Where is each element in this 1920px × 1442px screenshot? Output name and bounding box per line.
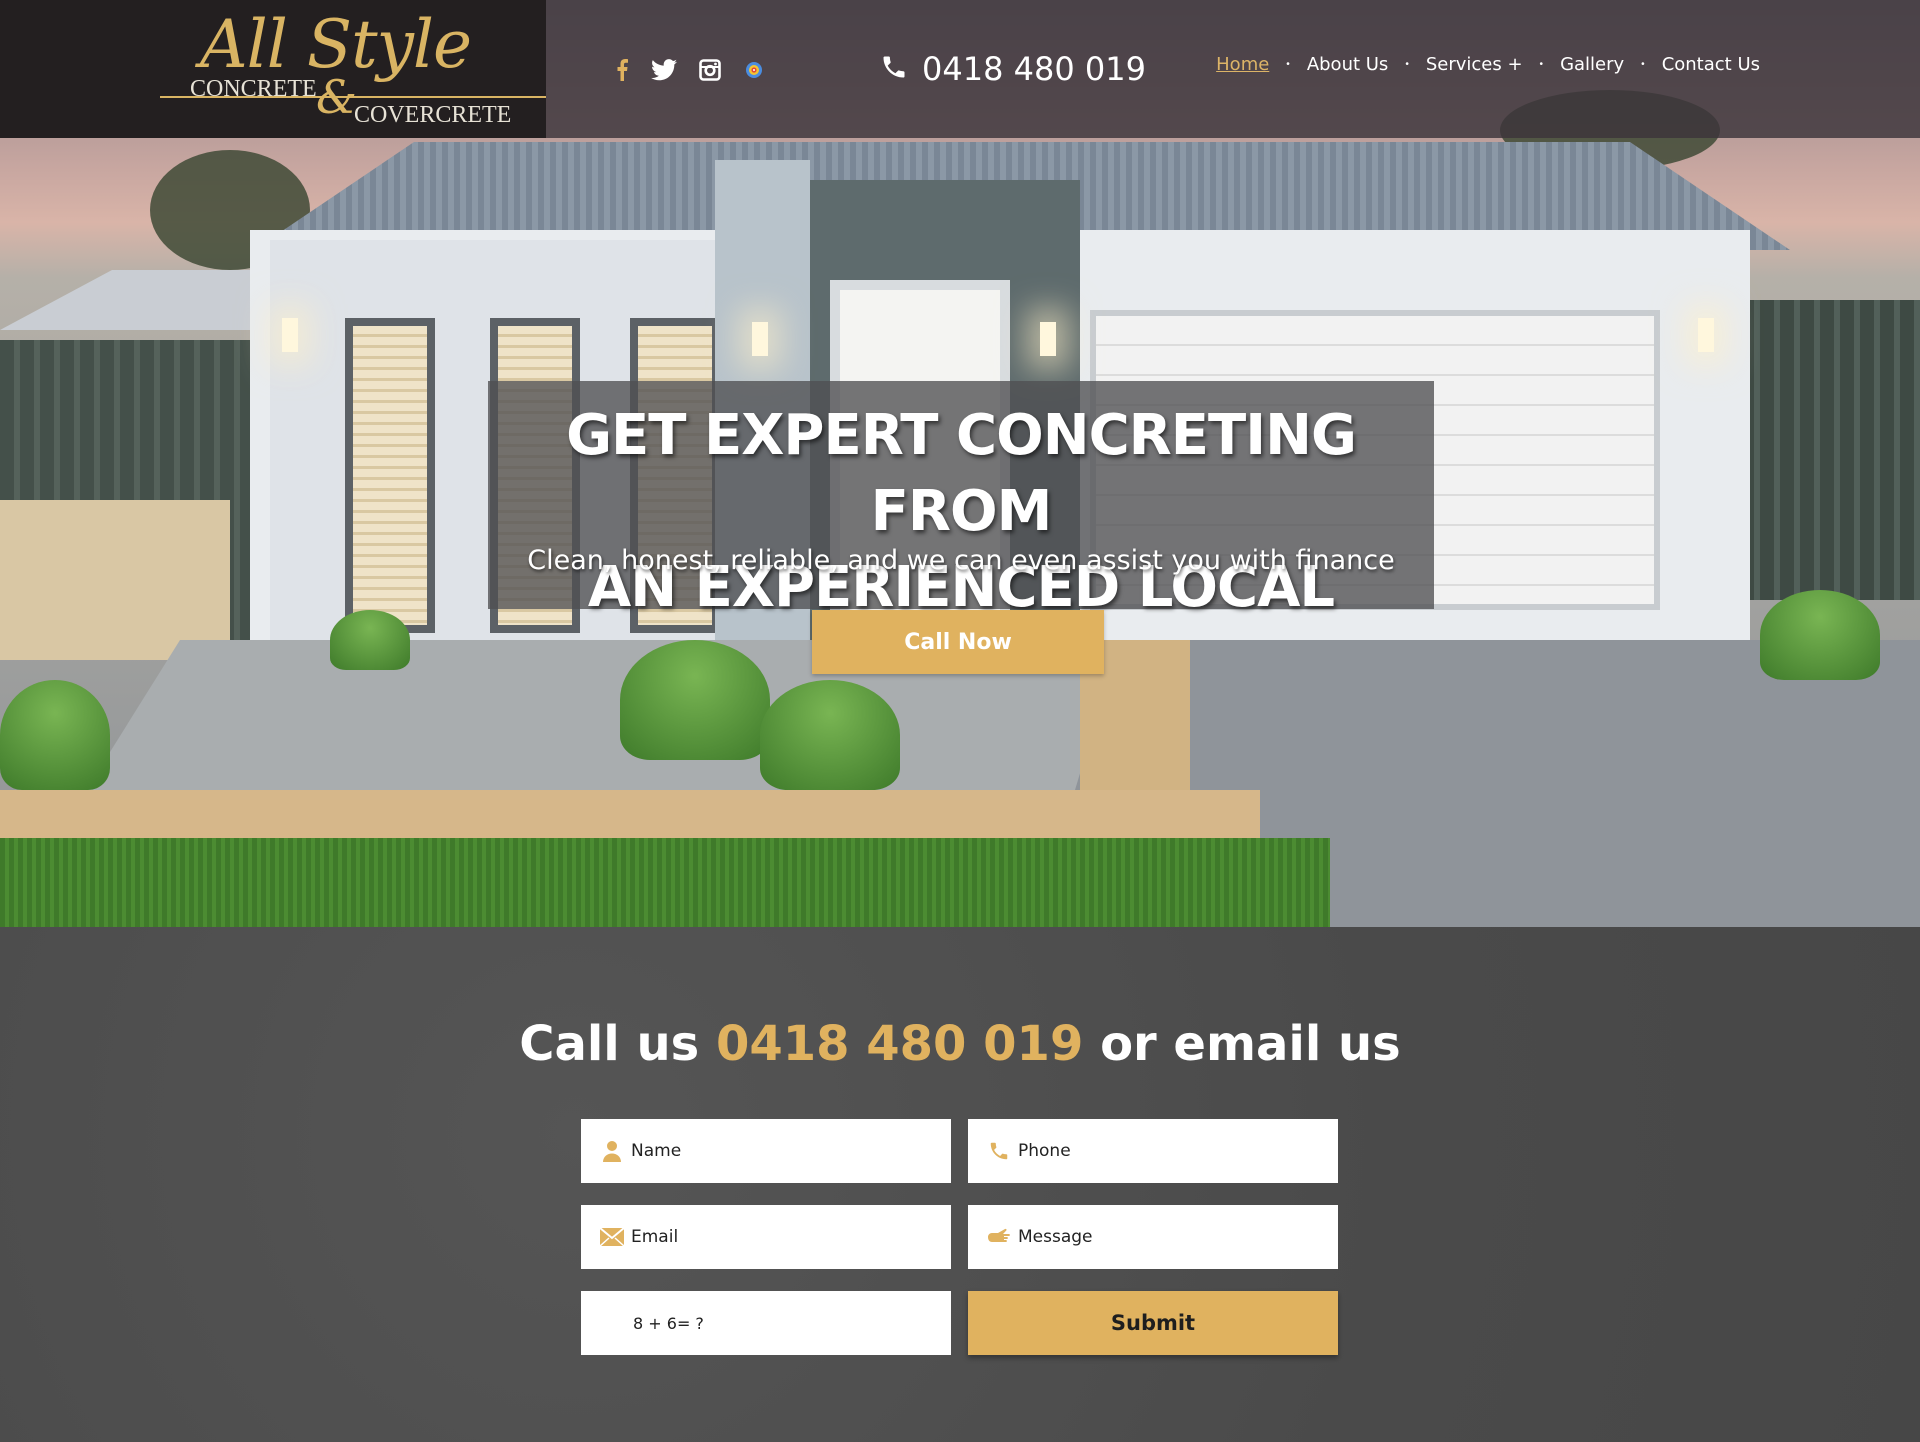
email-field[interactable] xyxy=(581,1205,951,1269)
contact-heading: Call us 0418 480 019 or email us xyxy=(0,1016,1920,1072)
plant xyxy=(0,680,110,790)
email-input[interactable] xyxy=(631,1217,931,1257)
hero-title-line-1: GET EXPERT CONCRETING FROM xyxy=(566,403,1357,544)
contact-section xyxy=(0,927,1920,1442)
logo-text-covercrete: COVERCRETE xyxy=(354,102,512,128)
instagram-icon[interactable] xyxy=(698,56,722,84)
call-now-button[interactable]: Call Now xyxy=(812,610,1104,674)
phone-field[interactable] xyxy=(968,1119,1338,1183)
wall-light xyxy=(1698,318,1714,352)
wall-light xyxy=(752,322,768,356)
captcha-input[interactable] xyxy=(709,1303,890,1343)
nav-item-contact-us[interactable]: Contact Us xyxy=(1662,54,1760,75)
google-plus-icon[interactable] xyxy=(742,56,766,84)
plant xyxy=(760,680,900,790)
phone-input[interactable] xyxy=(1018,1131,1318,1171)
phone-icon xyxy=(986,1138,1012,1164)
header-phone-number: 0418 480 019 xyxy=(922,50,1146,88)
window xyxy=(345,318,435,633)
nav-item-home[interactable]: Home xyxy=(1216,54,1269,75)
nav-separator: • xyxy=(1405,59,1409,70)
garden-wall xyxy=(0,790,1260,840)
captcha-question: 8 + 6= ? xyxy=(633,1313,704,1333)
logo-rule xyxy=(160,96,546,98)
limestone-wall xyxy=(0,500,230,660)
contact-heading-suffix: or email us xyxy=(1100,1016,1401,1072)
submit-button[interactable]: Submit xyxy=(968,1291,1338,1355)
message-input[interactable] xyxy=(1018,1217,1318,1257)
contact-heading-phone[interactable]: 0418 480 019 xyxy=(716,1016,1083,1072)
nav-separator: • xyxy=(1286,59,1290,70)
main-nav: Home • About Us • Services + • Gallery •… xyxy=(1216,54,1760,75)
wall-light xyxy=(1040,322,1056,356)
header-phone[interactable]: 0418 480 019 xyxy=(880,46,1146,92)
nav-separator: • xyxy=(1641,59,1645,70)
neighbour-roof xyxy=(0,270,280,330)
envelope-icon xyxy=(599,1224,625,1250)
logo[interactable]: All Style CONCRETE & COVERCRETE xyxy=(0,0,546,138)
name-input[interactable] xyxy=(631,1131,931,1171)
nav-item-services[interactable]: Services + xyxy=(1426,54,1523,75)
nav-separator: • xyxy=(1539,59,1544,70)
fence-right xyxy=(1720,300,1920,600)
nav-item-about-us[interactable]: About Us xyxy=(1307,54,1389,75)
twitter-icon[interactable] xyxy=(650,56,678,84)
plant xyxy=(1760,590,1880,680)
wall-light xyxy=(282,318,298,352)
site-header: All Style CONCRETE & COVERCRETE 0418 480… xyxy=(0,0,1920,138)
name-field[interactable] xyxy=(581,1119,951,1183)
hero-subtitle: Clean, honest, reliable, and we can even… xyxy=(527,545,1395,576)
pointing-hand-icon xyxy=(986,1224,1012,1250)
plant xyxy=(620,640,770,760)
logo-text-concrete: CONCRETE xyxy=(190,76,317,102)
nav-item-gallery[interactable]: Gallery xyxy=(1560,54,1624,75)
phone-icon xyxy=(880,53,908,86)
hero-title: GET EXPERT CONCRETING FROM AN EXPERIENCE… xyxy=(488,398,1434,626)
user-icon xyxy=(599,1138,625,1164)
contact-heading-prefix: Call us xyxy=(519,1016,700,1072)
plant xyxy=(330,610,410,670)
facebook-icon[interactable] xyxy=(612,56,632,84)
message-field[interactable] xyxy=(968,1205,1338,1269)
lawn xyxy=(0,838,1330,927)
captcha-field[interactable]: 8 + 6= ? xyxy=(581,1291,951,1355)
